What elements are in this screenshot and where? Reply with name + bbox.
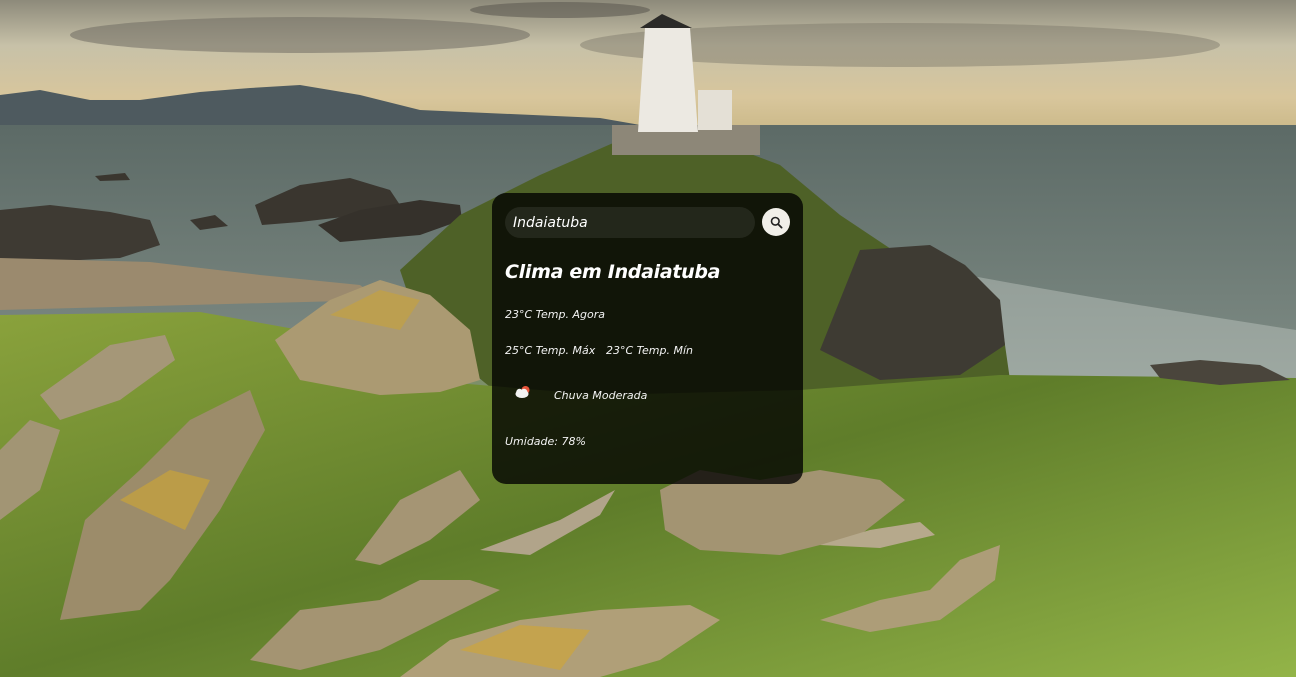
search-bar <box>505 207 790 238</box>
max-temperature: 25°C Temp. Máx <box>505 344 596 357</box>
humidity: Umidade: 78% <box>505 435 586 448</box>
search-icon <box>770 216 783 229</box>
search-button[interactable] <box>762 208 790 236</box>
min-temperature: 23°C Temp. Mín <box>606 344 694 357</box>
weather-condition: Chuva Moderada <box>554 389 648 402</box>
city-search-input[interactable] <box>505 207 755 238</box>
cloud-rain-icon <box>515 386 530 398</box>
current-temperature: 23°C Temp. Agora <box>505 308 605 321</box>
weather-card: Clima em Indaiatuba 23°C Temp. Agora 25°… <box>492 193 803 484</box>
weather-title: Clima em Indaiatuba <box>505 261 721 283</box>
